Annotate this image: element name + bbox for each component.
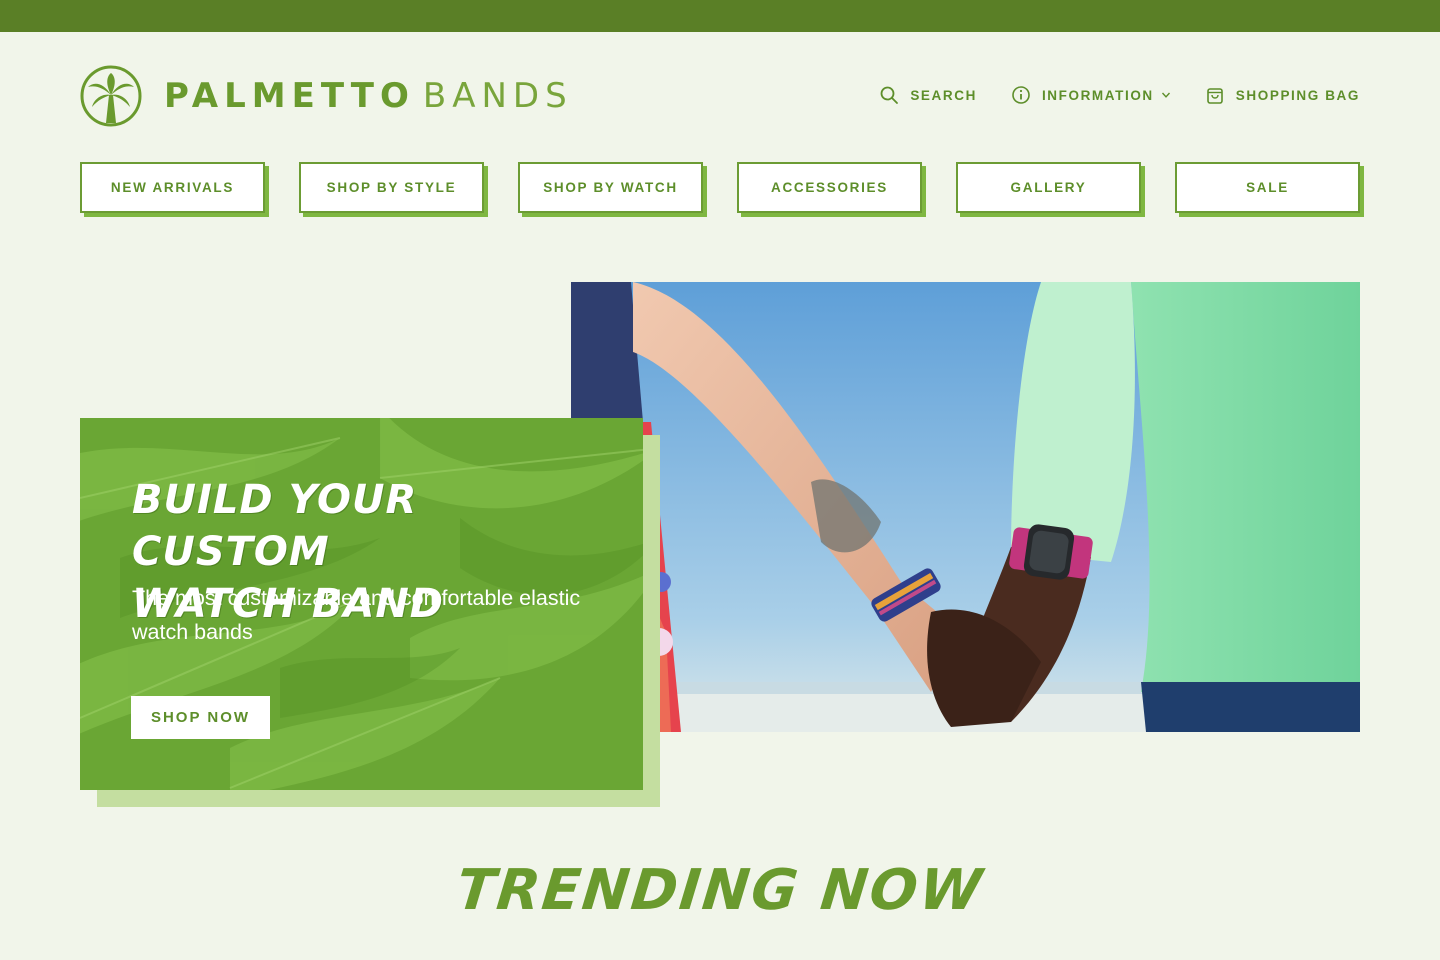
brand-word-bands: BANDS [422,76,573,116]
search-icon [880,86,899,104]
shopping-bag-label: SHOPPING BAG [1235,87,1360,103]
utility-nav: SEARCH INFORMATION SHOPPING BAG [879,84,1360,106]
nav-label: SHOP BY STYLE [326,180,457,195]
shopping-bag-icon [1206,88,1223,104]
nav-label: NEW ARRIVALS [110,180,235,195]
nav-label: SHOP BY WATCH [543,180,678,195]
promo-title-line1: BUILD YOUR CUSTOM [132,477,418,575]
nav-accessories[interactable]: ACCESSORIES [737,162,922,213]
top-accent-bar [0,0,1440,32]
information-label: INFORMATION [1041,87,1154,103]
brand-word-palmetto: PALMETTO [164,76,415,116]
trending-now-heading: TRENDING NOW [453,858,987,923]
nav-sale[interactable]: SALE [1175,162,1360,213]
hero-photo-illustration [571,282,1360,732]
brand-logo-link[interactable]: PALMETTO BANDS [80,64,573,128]
nav-new-arrivals[interactable]: NEW ARRIVALS [80,162,265,213]
brand-name: PALMETTO BANDS [164,76,573,116]
shop-now-label: SHOP NOW [150,709,251,726]
nav-label: SALE [1246,180,1289,195]
nav-label: GALLERY [1010,180,1087,195]
nav-shop-by-style[interactable]: SHOP BY STYLE [299,162,484,213]
nav-gallery[interactable]: GALLERY [956,162,1141,213]
nav-label: ACCESSORIES [771,180,888,195]
chevron-down-icon [1161,92,1170,98]
info-icon [1012,86,1030,104]
shop-now-button[interactable]: SHOP NOW [131,696,270,739]
nav-shop-by-watch[interactable]: SHOP BY WATCH [518,162,703,213]
search-link[interactable]: SEARCH [879,85,977,105]
search-label: SEARCH [910,87,977,103]
category-nav: NEW ARRIVALS SHOP BY STYLE SHOP BY WATCH… [80,162,1360,216]
shopping-bag-link[interactable]: SHOPPING BAG [1205,85,1360,105]
information-menu[interactable]: INFORMATION [1011,85,1171,105]
promo-subtitle: The most customizable and comfortable el… [132,586,581,644]
hero-photo [571,282,1360,732]
promo-card: BUILD YOUR CUSTOM WATCH BAND The most cu… [80,418,643,790]
palm-tree-icon [80,65,142,127]
